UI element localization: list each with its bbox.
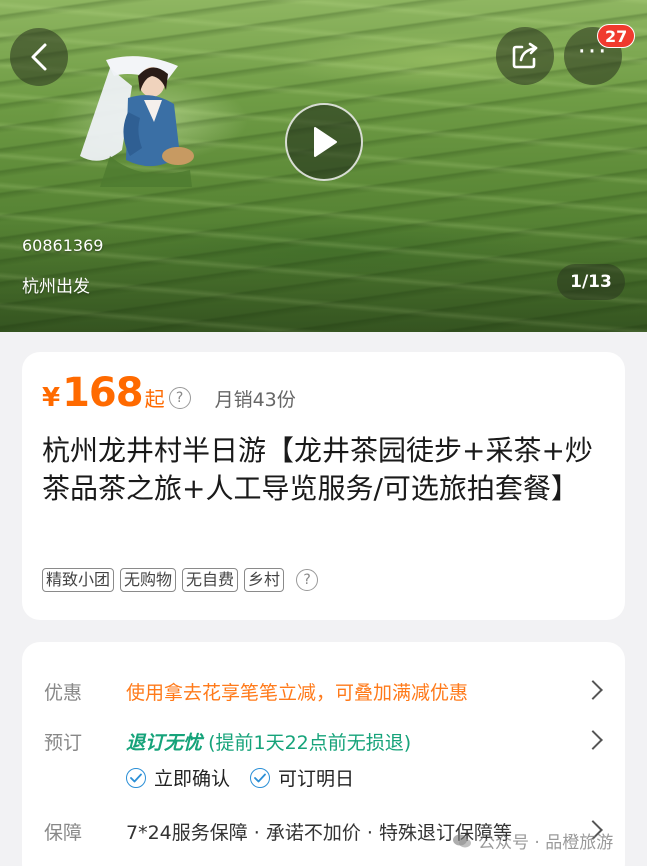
feature-tags: 精致小团 无购物 无自费 乡村 ? (42, 568, 319, 592)
play-video-button[interactable] (285, 103, 363, 181)
price-from-label: 起 (144, 387, 165, 411)
discount-text: 使用拿去花享笔笔立减，可叠加满减优惠 (126, 682, 469, 704)
watermark-text: 公众号 · 品橙旅游 (478, 833, 614, 853)
guarantee-label: 保障 (44, 822, 83, 844)
tag-small-group: 精致小团 (42, 568, 115, 592)
check-circle-icon (126, 767, 146, 788)
refund-worry-free: 退订无忧 (126, 732, 203, 754)
price-row: ¥ 168 起 ? 月销43份 (42, 370, 296, 420)
currency-symbol: ¥ (42, 383, 61, 413)
tag-no-shopping: 无购物 (120, 568, 177, 592)
tag-no-extra-cost: 无自费 (182, 568, 239, 592)
image-counter: 1/13 (557, 264, 625, 300)
tea-picker-figure (80, 56, 194, 187)
back-arrow-icon (31, 43, 47, 71)
book-tomorrow-text: 可订明日 (278, 768, 355, 790)
discount-chevron-icon (583, 680, 603, 700)
booking-policy: 退订无忧 (提前1天22点前无损退) (126, 728, 411, 755)
product-summary-card: ¥ 168 起 ? 月销43份 杭州龙井村半日游【龙井茶园徒步+采茶+炒茶品茶之… (22, 352, 625, 620)
booking-label: 预订 (44, 732, 83, 754)
hero-media[interactable]: ··· 27 60861369 杭州出发 1/13 (0, 0, 647, 332)
booking-features: 立即确认 可订明日 (126, 764, 354, 791)
refund-detail: (提前1天22点前无损退) (208, 732, 412, 754)
share-button[interactable] (496, 27, 554, 85)
play-icon (314, 127, 337, 157)
departure-city: 杭州出发 (22, 277, 90, 297)
watermark: 公众号 · 品橙旅游 (452, 828, 613, 853)
booking-chevron-icon (583, 730, 603, 750)
check-circle-icon (250, 767, 271, 788)
tags-help-icon[interactable]: ? (296, 569, 319, 591)
tag-village: 乡村 (244, 568, 285, 592)
discount-label: 优惠 (44, 682, 83, 704)
instant-confirm-text: 立即确认 (154, 768, 231, 790)
product-title: 杭州龙井村半日游【龙井茶园徒步+采茶+炒茶品茶之旅+人工导览服务/可选旅拍套餐】 (42, 434, 593, 505)
price-value: 168 (62, 370, 143, 416)
product-code: 60861369 (22, 236, 104, 255)
monthly-sales: 月销43份 (214, 389, 296, 411)
notification-badge: 27 (597, 24, 636, 48)
back-button[interactable] (10, 28, 68, 86)
price-help-icon[interactable]: ? (168, 387, 191, 409)
wechat-icon (453, 834, 471, 847)
share-icon (512, 42, 538, 69)
